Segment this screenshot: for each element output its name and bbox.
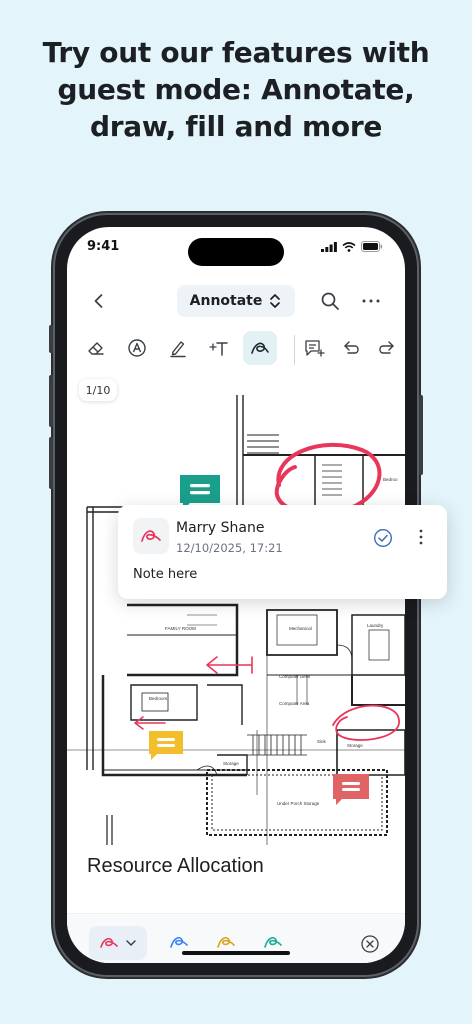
- plan-label-computer-area: Computer Area: [279, 701, 310, 706]
- headline: Try out our features with guest mode: An…: [0, 34, 472, 145]
- scribble-red-icon: [100, 937, 118, 948]
- power-button: [419, 395, 423, 475]
- mode-label: Annotate: [189, 293, 263, 309]
- volume-up-button: [49, 375, 53, 427]
- plan-label-mechanical: Mechanical: [289, 626, 312, 631]
- pen-tool[interactable]: [161, 331, 195, 365]
- plan-label-computer-desk: Computer Desk: [279, 674, 311, 679]
- wifi-icon: [342, 241, 356, 252]
- annotation-toolbar: [67, 331, 405, 367]
- search-icon[interactable]: [318, 289, 342, 313]
- note-author: Marry Shane: [176, 520, 265, 536]
- action-button: [49, 325, 53, 353]
- page-indicator[interactable]: 1/10: [79, 379, 117, 401]
- status-icons: [321, 241, 383, 252]
- plan-label-family-room: FAMILY ROOM: [165, 626, 196, 631]
- volume-down-button: [49, 437, 53, 489]
- note-text: Note here: [133, 567, 198, 582]
- battery-icon: [361, 241, 383, 252]
- status-time: 9:41: [87, 239, 120, 254]
- ellipsis-icon[interactable]: [359, 289, 383, 313]
- plan-label-bedroom-2: Bedroo: [383, 477, 398, 482]
- comment-marker-yellow[interactable]: [147, 729, 185, 763]
- note-timestamp: 12/10/2025, 17:21: [176, 541, 283, 555]
- note-card[interactable]: Marry Shane 12/10/2025, 17:21 Note here: [118, 505, 447, 599]
- eraser-icon: [88, 342, 104, 355]
- chevron-down-icon: [126, 940, 136, 947]
- vertical-ellipsis-icon[interactable]: [413, 527, 429, 547]
- add-comment-tool[interactable]: [297, 331, 331, 365]
- plan-label-bedroom: Bedroom: [149, 696, 168, 701]
- comment-marker-red[interactable]: [331, 772, 371, 808]
- scribble-icon: [251, 342, 269, 354]
- eraser-tool[interactable]: [79, 331, 113, 365]
- note-avatar: [133, 518, 169, 554]
- draw-tool[interactable]: [243, 331, 277, 365]
- stamp-icon: [128, 339, 146, 357]
- add-text-tool[interactable]: [202, 331, 236, 365]
- chevron-up-down-icon: [270, 294, 281, 308]
- plan-label-under-porch: Under Porch Storage: [277, 801, 320, 806]
- section-title: Resource Allocation: [87, 855, 264, 877]
- pen-icon: [170, 341, 186, 358]
- plan-label-storage: Storage: [223, 761, 239, 766]
- selected-color-button[interactable]: [89, 926, 147, 960]
- add-comment-icon: [305, 340, 325, 357]
- plan-label-sink: Sink: [317, 739, 327, 744]
- chevron-left-icon[interactable]: [87, 289, 111, 313]
- plan-label-laundry: Laundry: [367, 623, 384, 628]
- nav-bar: Annotate: [67, 283, 405, 319]
- document-canvas[interactable]: FAMILY ROOM Mechanical Computer Desk Com…: [67, 375, 405, 905]
- headline-line-3: draw, fill and more: [89, 110, 383, 143]
- headline-line-2: guest mode: Annotate,: [57, 73, 415, 106]
- plan-label-storage-2: Storage: [347, 743, 363, 748]
- home-indicator: [182, 951, 290, 955]
- resolve-check-icon[interactable]: [373, 528, 393, 548]
- undo-button[interactable]: [335, 331, 369, 365]
- color-bar: [67, 913, 405, 963]
- add-text-icon: [209, 342, 228, 356]
- redo-button[interactable]: [369, 331, 403, 365]
- dynamic-island: [188, 238, 284, 266]
- toolbar-divider: [294, 335, 295, 365]
- headline-line-1: Try out our features with: [42, 36, 430, 69]
- mode-selector[interactable]: Annotate: [177, 285, 295, 317]
- scribble-red-icon: [141, 530, 161, 542]
- close-circle-icon[interactable]: [360, 934, 380, 954]
- redo-icon: [379, 341, 394, 354]
- signal-icon: [321, 241, 337, 252]
- stamp-tool[interactable]: [120, 331, 154, 365]
- undo-icon: [344, 341, 359, 354]
